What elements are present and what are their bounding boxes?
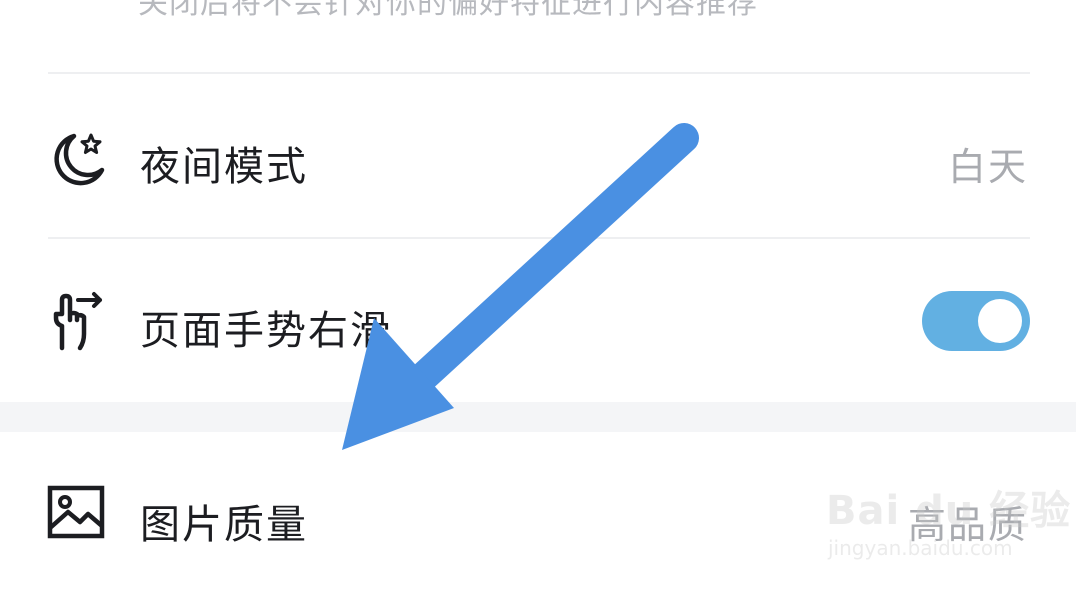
- image-quality-label: 图片质量: [140, 502, 308, 548]
- night-mode-label: 夜间模式: [140, 144, 308, 190]
- swipe-gesture-toggle[interactable]: [922, 291, 1030, 351]
- image-quality-value: 高品质: [907, 503, 1028, 547]
- divider: [48, 72, 1030, 74]
- swipe-gesture-icon: [53, 292, 102, 351]
- toggle-knob: [978, 299, 1022, 343]
- section-separator: [0, 402, 1076, 432]
- settings-row-night-mode[interactable]: 夜间模式 白天: [0, 100, 1076, 218]
- divider: [48, 237, 1030, 239]
- settings-row-swipe-gesture: 页面手势右滑: [0, 262, 1076, 382]
- recommendation-description: 关闭后将不会针对你的偏好特征进行内容推荐: [138, 0, 758, 21]
- swipe-gesture-label: 页面手势右滑: [140, 308, 392, 354]
- settings-row-image-quality[interactable]: 图片质量 高品质: [0, 452, 1076, 582]
- image-icon: [47, 485, 105, 539]
- moon-star-icon: [54, 133, 105, 186]
- night-mode-value: 白天: [947, 145, 1028, 189]
